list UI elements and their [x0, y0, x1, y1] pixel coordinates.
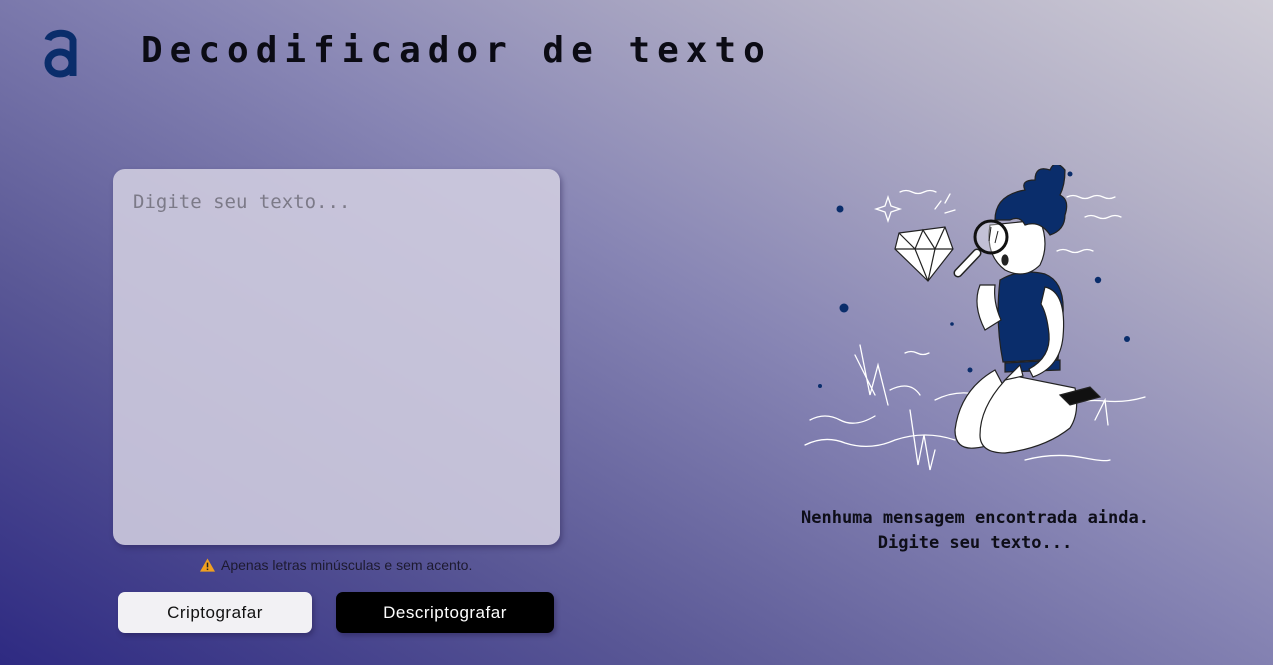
encrypt-button[interactable]: Criptografar: [118, 592, 312, 633]
warning-triangle-icon: [200, 558, 215, 572]
decrypt-button[interactable]: Descriptografar: [336, 592, 554, 633]
output-message-line-1: Nenhuma mensagem encontrada ainda.: [801, 508, 1149, 528]
input-warning: Apenas letras minúsculas e sem acento.: [200, 557, 472, 573]
output-message: Nenhuma mensagem encontrada ainda. Digit…: [735, 506, 1215, 556]
text-input[interactable]: [113, 169, 560, 545]
warning-text: Apenas letras minúsculas e sem acento.: [221, 557, 473, 573]
alura-logo-icon: [44, 29, 77, 78]
person-with-magnifying-glass-illustration: [804, 165, 1146, 471]
page-title: Decodificador de texto: [141, 30, 772, 71]
output-message-line-2: Digite seu texto...: [877, 533, 1073, 553]
